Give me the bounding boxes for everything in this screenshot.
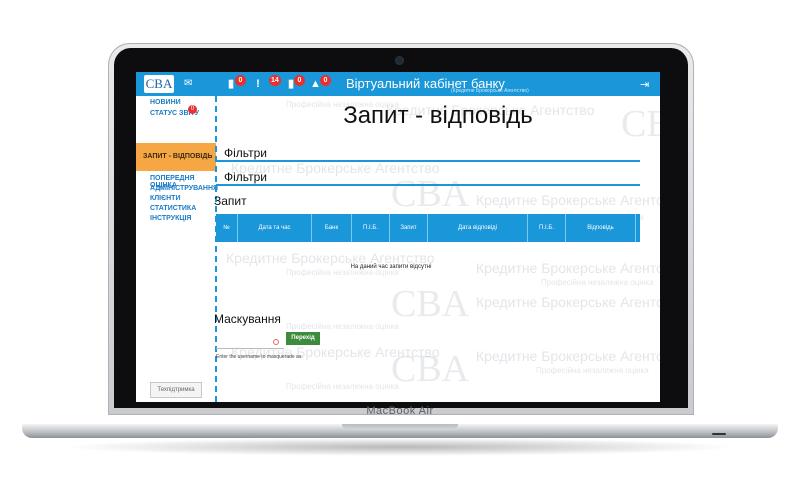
screen: Кредитне Брокерське Агентство Професійна… xyxy=(136,72,660,402)
go-button[interactable]: Перехід xyxy=(286,332,320,345)
watermark-agency: Кредитне Брокерське Агентство xyxy=(476,294,660,310)
filters-toggle[interactable]: Фільтри xyxy=(224,170,267,184)
column-header[interactable]: П.І.Б. xyxy=(528,214,566,242)
sidebar: НОВИНИ СТАТУС ЗВІТУ 0 ЗАПИТ - ВІДПОВІДЬ … xyxy=(136,96,218,402)
app-subtitle: (Кредитне Брокерське Агентство) xyxy=(451,88,529,94)
laptop-notch xyxy=(342,424,458,430)
help-text: Enter the username to masquerade as. xyxy=(216,354,303,360)
logo[interactable]: CBA xyxy=(144,75,174,93)
column-header[interactable]: № xyxy=(216,214,238,242)
watermark-logo: CBA xyxy=(391,173,470,215)
sidebar-item-instructions[interactable]: ІНСТРУКЦІЯ xyxy=(150,215,191,222)
watermark-logo: CBA xyxy=(391,283,470,325)
sidebar-item-administration[interactable]: АДМІНІСТРУВАННЯ xyxy=(150,185,218,192)
sidebar-item-clients[interactable]: КЛІЄНТИ xyxy=(150,195,180,202)
sidebar-item-label: ЗАПИТ - ВІДПОВІДЬ xyxy=(143,153,213,160)
mail-icon[interactable]: ✉ xyxy=(184,79,192,89)
watermark-tagline: Професійна незалежна оцінка xyxy=(286,382,399,391)
column-header[interactable]: Дата відповіді xyxy=(428,214,528,242)
support-button[interactable]: Техпідтримка xyxy=(150,382,202,398)
sidebar-item-news[interactable]: НОВИНИ xyxy=(150,99,181,106)
watermark-tagline: Професійна незалежна оцінка xyxy=(536,366,649,375)
device-brand: MacBook Air xyxy=(366,405,434,417)
top-bar: CBA ✉ ▮ 0 ! 14 ▮ 0 ▲ 0 Віртуальний кабін… xyxy=(136,72,660,96)
watermark-agency: Кредитне Брокерське Агентство xyxy=(476,348,660,364)
notification-badge: 14 xyxy=(269,75,281,86)
page-title: Запит - відповідь xyxy=(343,102,533,129)
sidebar-item-statistics[interactable]: СТАТИСТИКА xyxy=(150,205,196,212)
column-header[interactable]: Запит xyxy=(390,214,428,242)
laptop-shadow xyxy=(60,438,740,456)
divider xyxy=(216,160,640,162)
camera-icon xyxy=(396,57,403,64)
section-title-query: Запит xyxy=(214,194,247,208)
watermark-tagline: Професійна незалежна оцінка xyxy=(541,278,654,287)
warning-icon[interactable]: ▲ xyxy=(310,77,321,91)
watermark-agency: Кредитне Брокерське Агентство xyxy=(476,192,660,208)
watermark-tagline: Професійна незалежна оцінка xyxy=(286,322,399,331)
column-header[interactable]: Дата та час xyxy=(238,214,312,242)
indicator-light xyxy=(712,433,726,435)
column-header[interactable]: Відповідь xyxy=(566,214,636,242)
empty-message: На даний час запити відсутні xyxy=(350,264,432,270)
status-badge: 0 xyxy=(188,105,197,114)
table-header: № Дата та час Банк П.І.Б. Запит Дата від… xyxy=(216,214,640,242)
notification-badge: 0 xyxy=(235,75,246,86)
watermark-logo: CBA xyxy=(391,348,470,390)
input-indicator-icon xyxy=(273,339,279,345)
sidebar-item-query-answer[interactable]: ЗАПИТ - ВІДПОВІДЬ xyxy=(136,143,216,171)
logout-icon[interactable]: ⇥ xyxy=(640,78,649,91)
column-header[interactable]: П.І.Б. xyxy=(352,214,390,242)
divider xyxy=(216,184,640,186)
section-title-masquerade: Маскування xyxy=(214,312,281,326)
filters-toggle[interactable]: Фільтри xyxy=(224,146,267,160)
notification-badge: 0 xyxy=(320,75,331,86)
alert-icon[interactable]: ! xyxy=(253,77,263,91)
column-header[interactable]: Банк xyxy=(312,214,352,242)
notification-badge: 0 xyxy=(294,75,305,86)
